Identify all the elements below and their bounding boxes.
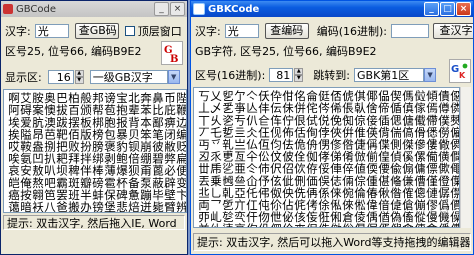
gbcode-window: GBCode _ × 汉字: 光 查GB码 顶层窗口 区号25, 位号66, 编…	[0, 0, 188, 255]
chevron-down-icon[interactable]: ▼	[424, 68, 437, 82]
char-column[interactable]: 俿倀倁倂倃倄倅倆倇倈倉倊個倎倐們倓倕倖倗	[341, 90, 355, 227]
display-zone-label: 显示区:	[5, 71, 42, 84]
minimize-icon[interactable]: _	[154, 2, 169, 16]
char-column[interactable]: 亇亊亐亖亗亙亜亝亞亣亪亯亰亱亴亶亷亸亹亼	[233, 90, 247, 227]
char-column[interactable]: 柏百摆佰败拜稗斑班搬扳	[67, 92, 81, 212]
char-column[interactable]: 谤苞胞包褒剥薄雹保堡饱	[103, 92, 117, 212]
char-column[interactable]: 俖俙俛俠俢俤俥俧俫俬俰俲俴俵俶俷俹俻俼俽	[329, 90, 343, 227]
jump-label: 跳转到:	[313, 69, 351, 82]
zone-hex-label: 区号(16进制):	[195, 69, 266, 82]
char-column[interactable]: 奥懊澳芭捌扒叭吧笆八疤	[43, 92, 57, 212]
svg-text:G: G	[451, 64, 459, 75]
char-column[interactable]: 宝抱报暴豹鲍爆杯碑悲卑	[115, 92, 129, 212]
chevron-down-icon[interactable]: ▼	[167, 70, 180, 84]
gbkcode-window: GBKCode _ □ × 汉字: 光 查编码 编码(16进制): 查汉字 GB…	[190, 0, 474, 255]
char-column[interactable]: 偰偱偲偳側偵偸偹偺偼偽傁傂傃傄傆傇傉傊傋	[389, 90, 403, 227]
svg-text:B: B	[170, 54, 178, 64]
char-column[interactable]: 乮乯乲乴乵乶乷乸乹乺乻乼乽乿亀亁亂亃亄亅	[221, 90, 235, 227]
hanzi-grid[interactable]: 丂丄丅丆丏丒丗丟丠両丣並丩丮丯丱丳丼乀乁 乂乄乆乇乊乑乕乗乚乛乢乣乤乥乧乨乪乫乬乭…	[193, 87, 460, 228]
input-label: 汉字:	[5, 25, 31, 38]
char-column[interactable]: 乂乄乆乇乊乑乕乗乚乛乢乣乤乥乧乨乪乫乬乭	[209, 90, 223, 227]
search-hanzi-button[interactable]: 查汉字	[433, 23, 473, 39]
char-column[interactable]: 偘偙偛偝偞偟偠偡偢偣偤偦偧偨偩偪偫偭偮偯	[377, 90, 391, 227]
svg-text:K: K	[459, 71, 466, 80]
close-icon[interactable]: ×	[456, 2, 471, 16]
char-column[interactable]: 鼻比鄙笔彼碧蓖蔽毕毙毖	[151, 92, 165, 212]
input-label: 汉字:	[195, 25, 221, 38]
char-column[interactable]: 艾碍爱隘鞍氨安俺按暗岸	[19, 92, 33, 212]
char-column[interactable]: 佲併佷佸佹佺佽侀侁侂侅來侇侊侌侎侐侒侓侕	[293, 90, 307, 227]
gbk-logo: G K	[449, 59, 471, 83]
char-column[interactable]: 奔苯本笨崩绷甭泵蹦迸逼	[139, 92, 153, 212]
vertical-scrollbar[interactable]	[460, 87, 471, 228]
spinner-arrows[interactable]: ▲ ▼	[294, 68, 304, 82]
close-icon[interactable]: ×	[170, 2, 185, 16]
gb-logo: G B	[161, 41, 183, 65]
title-bar[interactable]: GBCode _ ×	[1, 1, 187, 17]
char-column[interactable]: 币庇痹闭敝弊必辟壁臂避	[163, 92, 177, 212]
char-column[interactable]: 傾傿僀僁僂僃僄僅僆僇僈僉僊僋僌働僎僐僑僒	[425, 90, 439, 227]
char-column[interactable]: 傌傎傏傐傑傒傓傔傕傖傗傘備傚傛傜傝傞傟傠	[401, 90, 415, 227]
char-column[interactable]: 啊阿埃挨哎唉哀皑癌蔼矮	[7, 92, 21, 212]
on-top-checkbox[interactable]	[124, 26, 135, 36]
zone-spinner[interactable]: 81	[269, 68, 294, 82]
minimize-icon[interactable]: _	[424, 2, 439, 16]
code-input[interactable]	[391, 24, 430, 38]
lookup-gb-button[interactable]: 查GB码	[74, 23, 119, 39]
maximize-icon[interactable]: □	[440, 2, 455, 16]
char-column[interactable]: 般颁板版扮拌伴瓣半办绊	[79, 92, 93, 212]
app-icon	[193, 3, 205, 15]
char-column[interactable]: 伜伝伡伣伨伩伬伭伮伱伳伵伷伹伻伾伿佀佁佂	[269, 90, 283, 227]
spinner-arrows[interactable]: ▲ ▼	[74, 70, 84, 84]
char-column[interactable]: 陛鞭边编贬扁便变卞辨辩	[175, 92, 186, 212]
char-column[interactable]: 倻倽倿偀偁偂偄偅偆偉偊偋偍偐偑偒偓偔偖偗	[365, 90, 379, 227]
char-column[interactable]: 傡傢傤傦傪傫傭傮傯傰傱傳傴債傶傷傸傹傼傽	[413, 90, 427, 227]
title-bar[interactable]: GBKCode _ □ ×	[191, 1, 473, 17]
hanzi-input[interactable]: 光	[224, 24, 259, 38]
char-column[interactable]: 佄佅佇佈佉佊佋佌佒佔佖佡佢佦佨佪佫佭佮佱	[281, 90, 295, 227]
status-bar: 提示: 双击汉字, 然后拖入IE, Word	[3, 215, 185, 230]
char-column[interactable]: 仸仹仺仼仾伀伂伃伄伅伆伇伈伋伌伒伓伔伕伖	[257, 90, 271, 227]
char-column[interactable]: 北辈背贝钡倍狈备惫焙被	[127, 92, 141, 212]
jump-select[interactable]: GBK第1区	[354, 68, 425, 82]
char-column[interactable]: 侖侘侙侚侜侞侟価侢侤侫侭侰侱侲侳侴侶侷侸	[305, 90, 319, 227]
char-column[interactable]: 僫僯僰僱僲僴僶僷僸價僺僼僽僾僿儀儁儂儃億	[449, 90, 459, 227]
app-icon	[3, 4, 13, 14]
lookup-code-button[interactable]: 查编码	[264, 23, 309, 39]
char-column[interactable]: 倛倝倞倠倢倣値倧倫倯倰倱倲倳倴倵倶倷倸倹	[353, 90, 367, 227]
hanzi-input[interactable]: 光	[34, 24, 69, 38]
char-column[interactable]: 胺案肮昂盎凹敖熬翱袄傲	[31, 92, 45, 212]
status-bar: 提示: 双击汉字, 然后可以拖入Word等支持拖拽的编辑器	[193, 233, 471, 251]
char-column[interactable]: 亽亾仈仌仏仐仒仚仛仜仠仢仦仧仩仭仮仯仱仴	[245, 90, 259, 227]
on-top-label: 顶层窗口	[137, 25, 182, 38]
char-column[interactable]: 邦帮梆榜膀绑棒磅蚌镑傍	[91, 92, 105, 212]
char-column[interactable]: 僓僔僕僗僘僙僛僜僝僞僟僠僡僢僣僤僥僨僩僪	[437, 90, 451, 227]
window-title: GBCode	[16, 3, 57, 15]
hanzi-grid[interactable]: 啊阿埃挨哎唉哀皑癌蔼矮 艾碍爱隘鞍氨安俺按暗岸 胺案肮昂盎凹敖熬翱袄傲 奥懊澳芭捌扒叭…	[3, 89, 187, 213]
code-info-text: GB字符, 区号25, 位号66, 编码B9E2	[195, 45, 377, 58]
char-column[interactable]: 侹侺侻侼侽侾俀俁係俆俇俈俉俋俌俍俒俓俔俕	[317, 90, 331, 227]
zone-spinner[interactable]: 16	[47, 70, 74, 84]
char-column[interactable]: 丂丄丅丆丏丒丗丟丠両丣並丩丮丯丱丳丼乀乁	[197, 90, 211, 227]
code-info-text: 区号25, 位号66, 编码B9E2	[5, 45, 142, 58]
charset-select[interactable]: 一级GB汉字	[89, 70, 168, 84]
window-title: GBKCode	[208, 3, 260, 15]
code-label: 编码(16进制):	[316, 25, 388, 38]
char-column[interactable]: 巴拔跋靶把耙坝霸罢爸白	[55, 92, 69, 212]
